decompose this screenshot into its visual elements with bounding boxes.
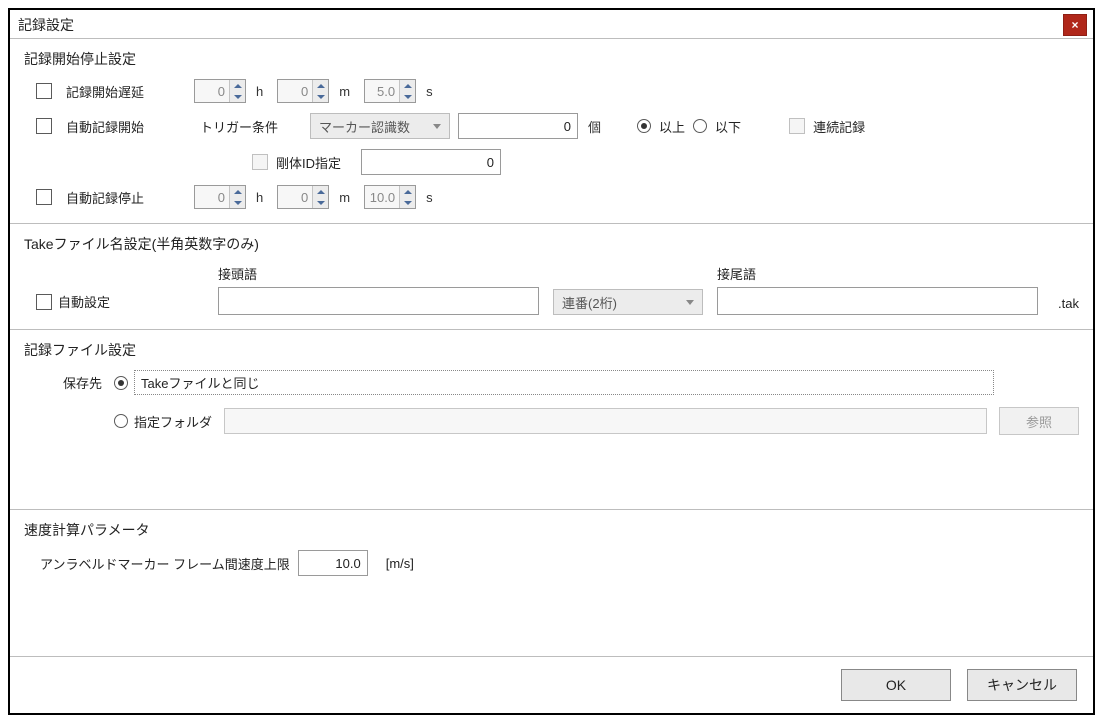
label-extension: .tak: [1058, 296, 1079, 315]
dropdown-numbering-value: 連番(2桁): [562, 293, 617, 312]
radio-same-as-take[interactable]: [114, 376, 128, 390]
label-speed-limit: アンラベルドマーカー フレーム間速度上限: [40, 554, 290, 573]
checkbox-continuous[interactable]: [789, 118, 805, 134]
checkbox-auto-start[interactable]: [36, 118, 52, 134]
label-save-to: 保存先: [24, 373, 114, 392]
dialog-window: 記録設定 × 記録開始停止設定 記録開始遅延 0 h 0: [8, 8, 1095, 715]
dropdown-trigger[interactable]: マーカー認識数: [310, 113, 450, 139]
section-record-start-stop: 記録開始停止設定 記録開始遅延 0 h 0 m: [10, 38, 1093, 223]
section-take-filename: Takeファイル名設定(半角英数字のみ) 自動設定 接頭語 連番(2桁) 接尾語: [10, 223, 1093, 329]
spin-up-icon[interactable]: [400, 80, 415, 91]
input-stop-seconds[interactable]: 10.0: [364, 185, 416, 209]
spin-up-icon[interactable]: [230, 80, 245, 91]
section3-heading: 記録ファイル設定: [24, 340, 1079, 360]
spin-down-icon[interactable]: [230, 197, 245, 208]
dropdown-trigger-value: マーカー認識数: [319, 117, 410, 136]
input-stop-minutes[interactable]: 0: [277, 185, 329, 209]
row-take-filename: 自動設定 接頭語 連番(2桁) 接尾語 .tak: [24, 264, 1079, 315]
label-lte: 以下: [715, 117, 741, 136]
browse-button[interactable]: 参照: [999, 407, 1079, 435]
spin-up-icon[interactable]: [313, 186, 328, 197]
spin-up-icon[interactable]: [400, 186, 415, 197]
chevron-down-icon: [686, 300, 694, 305]
dropdown-numbering[interactable]: 連番(2桁): [553, 289, 703, 315]
input-suffix[interactable]: [717, 287, 1038, 315]
unit-m: m: [339, 84, 350, 99]
checkbox-rigid-id[interactable]: [252, 154, 268, 170]
checkbox-start-delay[interactable]: [36, 83, 52, 99]
spin-down-icon[interactable]: [313, 91, 328, 102]
radio-gte[interactable]: [637, 119, 651, 133]
input-delay-hours[interactable]: 0: [194, 79, 246, 103]
radio-lte[interactable]: [693, 119, 707, 133]
input-prefix[interactable]: [218, 287, 539, 315]
unit-s: s: [426, 84, 433, 99]
titlebar: 記録設定 ×: [10, 10, 1093, 38]
section1-heading: 記録開始停止設定: [24, 49, 1079, 69]
close-icon: ×: [1071, 18, 1078, 32]
input-speed-limit[interactable]: 10.0: [298, 550, 368, 576]
label-same-as-take: Takeファイルと同じ: [134, 370, 994, 395]
spin-down-icon[interactable]: [400, 91, 415, 102]
label-suffix: 接尾語: [717, 264, 1038, 283]
spin-down-icon[interactable]: [400, 197, 415, 208]
radio-specify-folder[interactable]: [114, 414, 128, 428]
section2-heading: Takeファイル名設定(半角英数字のみ): [24, 234, 1079, 254]
spinner-delay-hours[interactable]: [229, 80, 245, 102]
unit-speed: [m/s]: [386, 556, 414, 571]
checkbox-auto-stop[interactable]: [36, 189, 52, 205]
dialog-footer: OK キャンセル: [10, 656, 1093, 713]
label-specify-folder: 指定フォルダ: [134, 412, 212, 431]
spin-down-icon[interactable]: [230, 91, 245, 102]
cancel-button[interactable]: キャンセル: [967, 669, 1077, 701]
spin-up-icon[interactable]: [230, 186, 245, 197]
label-rigid-id: 剛体ID指定: [276, 153, 341, 172]
unit-h: h: [256, 84, 263, 99]
spinner-delay-minutes[interactable]: [312, 80, 328, 102]
section4-heading: 速度計算パラメータ: [24, 520, 1079, 540]
chevron-down-icon: [433, 124, 441, 129]
row-rigid-id: 剛体ID指定 0: [240, 149, 1079, 175]
section-speed-params: 速度計算パラメータ アンラベルドマーカー フレーム間速度上限 10.0 [m/s…: [10, 509, 1093, 590]
row-auto-start: 自動記録開始 トリガー条件 マーカー認識数 0 個 以上 以下 連続記録: [24, 113, 1079, 139]
label-auto-start: 自動記録開始: [66, 117, 186, 136]
input-delay-seconds[interactable]: 5.0: [364, 79, 416, 103]
spin-down-icon[interactable]: [313, 197, 328, 208]
label-trigger: トリガー条件: [200, 117, 278, 136]
input-stop-hours[interactable]: 0: [194, 185, 246, 209]
label-prefix: 接頭語: [218, 264, 539, 283]
input-delay-minutes[interactable]: 0: [277, 79, 329, 103]
ok-button[interactable]: OK: [841, 669, 951, 701]
close-button[interactable]: ×: [1063, 14, 1087, 36]
row-start-delay: 記録開始遅延 0 h 0 m 5.0: [24, 79, 1079, 103]
spinner-delay-seconds[interactable]: [399, 80, 415, 102]
label-continuous: 連続記録: [813, 117, 865, 136]
label-auto-filename: 自動設定: [58, 292, 110, 311]
row-auto-stop: 自動記録停止 0 h 0 m 10.0: [24, 185, 1079, 209]
unit-count: 個: [588, 117, 601, 136]
spin-up-icon[interactable]: [313, 80, 328, 91]
section-record-file: 記録ファイル設定 保存先 Takeファイルと同じ 指定フォルダ 参照: [10, 329, 1093, 509]
label-auto-stop: 自動記録停止: [66, 188, 186, 207]
dialog-title: 記録設定: [18, 15, 74, 35]
input-rigid-id[interactable]: 0: [361, 149, 501, 175]
input-trigger-count[interactable]: 0: [458, 113, 578, 139]
input-folder-path[interactable]: [224, 408, 987, 434]
checkbox-auto-filename[interactable]: [36, 294, 52, 310]
label-gte: 以上: [659, 117, 685, 136]
label-start-delay: 記録開始遅延: [66, 82, 186, 101]
